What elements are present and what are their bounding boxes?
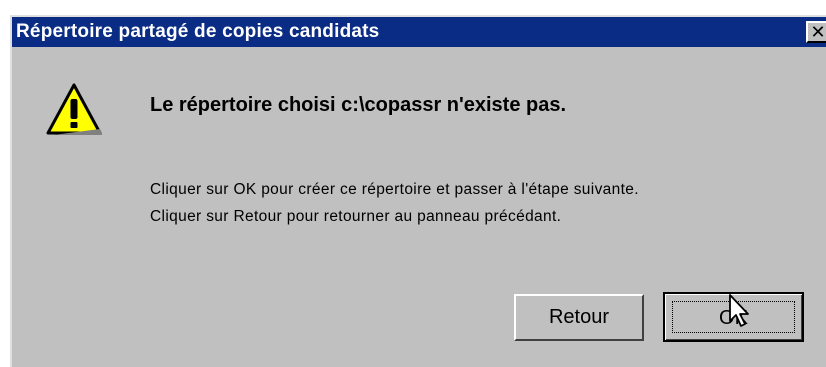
close-icon: ✕ — [810, 22, 826, 42]
message-heading: Le répertoire choisi c:\copassr n'existe… — [150, 94, 567, 116]
mouse-pointer-icon — [729, 294, 749, 327]
dialog-window: Répertoire partagé de copies candidats ✕… — [10, 15, 826, 367]
title-bar[interactable]: Répertoire partagé de copies candidats ✕ — [12, 17, 826, 47]
back-button[interactable]: Retour — [514, 294, 644, 341]
window-title: Répertoire partagé de copies candidats — [16, 21, 380, 42]
message-line-back: Cliquer sur Retour pour retourner au pan… — [150, 208, 562, 225]
message-line-ok: Cliquer sur OK pour créer ce répertoire … — [150, 181, 639, 198]
warning-icon — [46, 83, 102, 135]
close-button[interactable]: ✕ — [806, 21, 826, 43]
